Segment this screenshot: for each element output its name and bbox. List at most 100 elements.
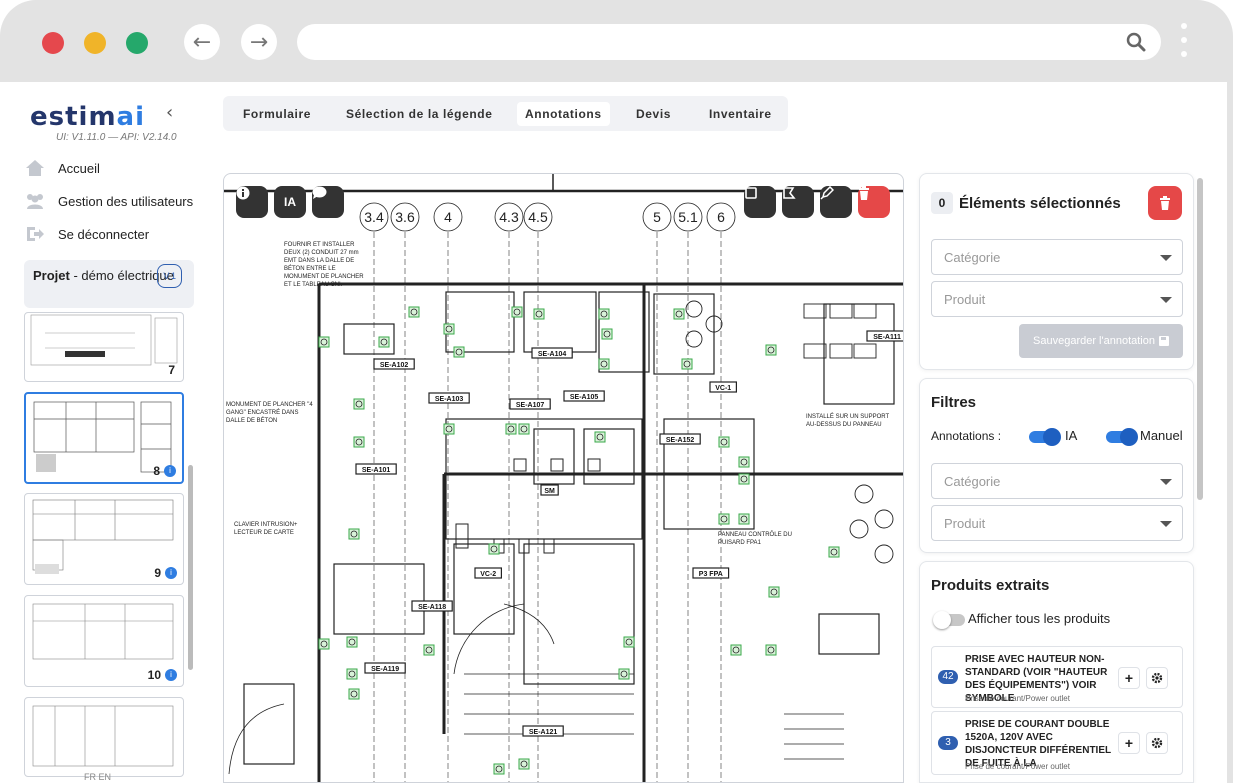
outlet-symbol[interactable]	[623, 636, 635, 648]
outlet-symbol[interactable]	[453, 346, 465, 358]
outlet-symbol[interactable]	[346, 636, 358, 648]
close-window-button[interactable]	[42, 32, 64, 54]
nav-item-home[interactable]: Accueil	[24, 158, 100, 178]
polygon-tool-button[interactable]	[782, 186, 814, 218]
right-panel-scrollbar[interactable]	[1197, 178, 1203, 500]
project-selector[interactable]: Projet - démo électrique V.1	[24, 260, 194, 308]
room-tag[interactable]: SE-A105	[563, 390, 605, 402]
info-button[interactable]	[236, 186, 268, 218]
outlet-symbol[interactable]	[765, 644, 777, 656]
outlet-symbol[interactable]	[518, 758, 530, 770]
ia-filter-toggle[interactable]	[1029, 428, 1061, 446]
address-bar[interactable]	[297, 24, 1161, 60]
page-thumbnail[interactable]: 9 i	[24, 493, 184, 585]
room-tag[interactable]: SE-A103	[428, 392, 470, 404]
outlet-symbol[interactable]	[488, 543, 500, 555]
outlet-symbol[interactable]	[348, 528, 360, 540]
rectangle-tool-button[interactable]	[744, 186, 776, 218]
add-product-button[interactable]: +	[1118, 667, 1140, 689]
maximize-window-button[interactable]	[126, 32, 148, 54]
comment-button[interactable]	[312, 186, 344, 218]
outlet-symbol[interactable]	[378, 336, 390, 348]
outlet-symbol[interactable]	[681, 358, 693, 370]
pen-tool-button[interactable]	[820, 186, 852, 218]
outlet-symbol[interactable]	[443, 423, 455, 435]
outlet-symbol[interactable]	[718, 436, 730, 448]
outlet-symbol[interactable]	[768, 586, 780, 598]
outlet-symbol[interactable]	[765, 344, 777, 356]
product-item[interactable]: 42 PRISE AVEC HAUTEUR NON-STANDARD (VOIR…	[931, 646, 1183, 708]
collapse-sidebar-icon[interactable]: ‹	[166, 102, 173, 123]
room-tag[interactable]: SE-A119	[364, 662, 406, 674]
tab-inventaire[interactable]: Inventaire	[701, 102, 780, 126]
room-tag[interactable]: SE-A102	[373, 358, 415, 370]
room-tag[interactable]: P3 FPA	[692, 567, 730, 579]
outlet-symbol[interactable]	[348, 688, 360, 700]
outlet-symbol[interactable]	[443, 323, 455, 335]
page-thumbnail-selected[interactable]: 8 i	[24, 392, 184, 484]
language-switcher[interactable]: FR EN	[84, 772, 111, 782]
floor-plan-viewer[interactable]: 3.4 3.6 4 4.3 4.5 5 5.1 6 SE-A102 SE-A103 SE-A104…	[223, 173, 904, 783]
outlet-symbol[interactable]	[353, 436, 365, 448]
outlet-symbol[interactable]	[598, 358, 610, 370]
ia-toggle-button[interactable]: IA	[274, 186, 306, 218]
tab-legende[interactable]: Sélection de la légende	[338, 102, 501, 126]
room-tag[interactable]: VC-1	[709, 381, 737, 393]
delete-annotation-button[interactable]	[858, 186, 890, 218]
back-arrow-icon[interactable]: ←	[184, 24, 220, 60]
filter-category-select[interactable]: Catégorie	[931, 463, 1183, 499]
outlet-symbol[interactable]	[353, 398, 365, 410]
tab-devis[interactable]: Devis	[628, 102, 679, 126]
outlet-symbol[interactable]	[618, 668, 630, 680]
product-settings-button[interactable]	[1146, 732, 1168, 754]
outlet-symbol[interactable]	[673, 308, 685, 320]
outlet-symbol[interactable]	[594, 431, 606, 443]
outlet-symbol[interactable]	[408, 306, 420, 318]
room-tag[interactable]: SE-A104	[531, 347, 573, 359]
filter-product-select[interactable]: Produit	[931, 505, 1183, 541]
outlet-symbol[interactable]	[346, 668, 358, 680]
outlet-symbol[interactable]	[601, 328, 613, 340]
tab-annotations[interactable]: Annotations	[517, 102, 610, 126]
outlet-symbol[interactable]	[718, 513, 730, 525]
manual-filter-toggle[interactable]	[1106, 428, 1138, 446]
show-all-products-toggle[interactable]	[933, 611, 965, 629]
outlet-symbol[interactable]	[318, 638, 330, 650]
product-item[interactable]: 3 PRISE DE COURANT DOUBLE 1520A, 120V AV…	[931, 711, 1183, 775]
room-tag[interactable]: SE-A118	[411, 600, 453, 612]
clear-selection-button[interactable]	[1148, 186, 1182, 220]
outlet-symbol[interactable]	[318, 336, 330, 348]
outlet-symbol[interactable]	[738, 513, 750, 525]
search-icon[interactable]	[1125, 31, 1147, 53]
nav-item-users[interactable]: Gestion des utilisateurs	[24, 191, 193, 211]
outlet-symbol[interactable]	[518, 423, 530, 435]
product-select[interactable]: Produit	[931, 281, 1183, 317]
page-thumbnail[interactable]: 7	[24, 312, 184, 382]
room-tag[interactable]: VC-2	[474, 567, 502, 579]
browser-menu-icon[interactable]	[1180, 23, 1188, 63]
page-thumbnail[interactable]: 10 i	[24, 595, 184, 687]
outlet-symbol[interactable]	[533, 308, 545, 320]
room-tag[interactable]: SM	[540, 484, 559, 496]
outlet-symbol[interactable]	[511, 306, 523, 318]
outlet-symbol[interactable]	[493, 763, 505, 775]
forward-arrow-icon[interactable]: →	[241, 24, 277, 60]
add-product-button[interactable]: +	[1118, 732, 1140, 754]
page-thumbnail[interactable]	[24, 697, 184, 777]
tab-formulaire[interactable]: Formulaire	[235, 102, 319, 126]
save-annotation-button[interactable]: Sauvegarder l'annotation	[1019, 324, 1183, 358]
room-tag[interactable]: SE-A101	[355, 463, 397, 475]
category-select[interactable]: Catégorie	[931, 239, 1183, 275]
outlet-symbol[interactable]	[738, 473, 750, 485]
outlet-symbol[interactable]	[730, 644, 742, 656]
outlet-symbol[interactable]	[505, 423, 517, 435]
room-tag[interactable]: SE-A111	[866, 330, 904, 342]
sidebar-scrollbar[interactable]	[188, 465, 193, 670]
nav-item-logout[interactable]: Se déconnecter	[24, 224, 149, 244]
outlet-symbol[interactable]	[423, 644, 435, 656]
outlet-symbol[interactable]	[738, 456, 750, 468]
outlet-symbol[interactable]	[598, 308, 610, 320]
outlet-symbol[interactable]	[828, 546, 840, 558]
product-settings-button[interactable]	[1146, 667, 1168, 689]
minimize-window-button[interactable]	[84, 32, 106, 54]
